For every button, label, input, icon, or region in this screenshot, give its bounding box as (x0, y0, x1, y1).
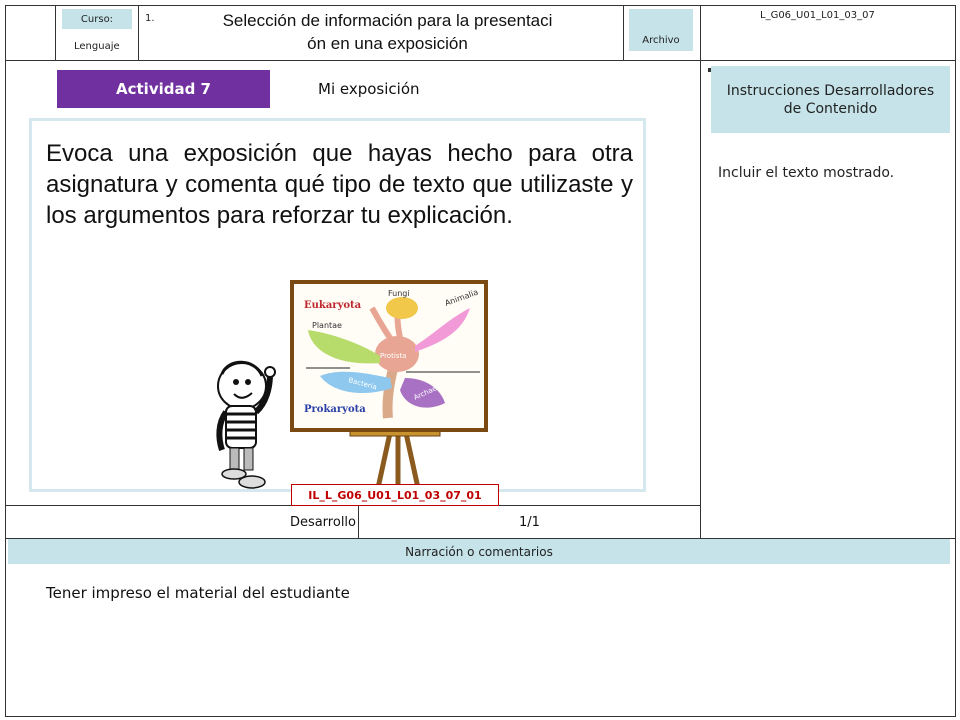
border-top (5, 5, 955, 6)
curso-value: Lenguaje (74, 41, 120, 52)
tree-of-life-illustration: Eukaryota Prokaryota Fungi Animalia Plan… (216, 280, 488, 489)
label-plantae: Plantae (312, 321, 342, 330)
header-divider (5, 60, 955, 61)
header-col1 (55, 5, 56, 61)
section-label: Desarrollo (289, 514, 356, 530)
narration-header: Narración o comentarios (8, 539, 950, 564)
activity-body-text: Evoca una exposición que hayas hecho par… (46, 140, 633, 229)
image-code-label: IL_L_G06_U01_L01_03_07_01 (291, 484, 499, 506)
activity-subtitle: Mi exposición (318, 80, 420, 98)
label-eukaryota: Eukaryota (304, 300, 362, 311)
header-col2 (138, 5, 139, 61)
label-protista: Protista (380, 352, 406, 360)
narration-text: Tener impreso el material del estudiante (46, 584, 350, 602)
border-left (5, 5, 6, 717)
page-indicator: 1/1 (519, 514, 540, 530)
instructions-header: Instrucciones Desarrolladores de Conteni… (711, 66, 950, 133)
file-code: L_G06_U01_L01_03_07 (760, 10, 875, 21)
label-fungi: Fungi (388, 289, 410, 298)
label-prokaryota: Prokaryota (304, 404, 366, 415)
title-line-1: Selección de información para la present… (222, 11, 553, 30)
instructions-text: Incluir el texto mostrado. (718, 165, 895, 181)
border-right (955, 5, 956, 717)
curso-label: Curso: (62, 9, 132, 29)
archivo-label: Archivo (629, 9, 693, 51)
header-col4 (700, 5, 701, 61)
main-right-divider (700, 60, 701, 538)
border-bottom (5, 716, 956, 717)
lesson-number: 1. (145, 13, 155, 24)
title-line-2: ón en una exposición (307, 34, 468, 53)
activity-badge: Actividad 7 (57, 70, 270, 108)
page-title: Selección de información para la present… (160, 9, 615, 55)
boy-icon (216, 360, 276, 489)
header-col3 (623, 5, 624, 61)
easel-icon (349, 427, 441, 489)
